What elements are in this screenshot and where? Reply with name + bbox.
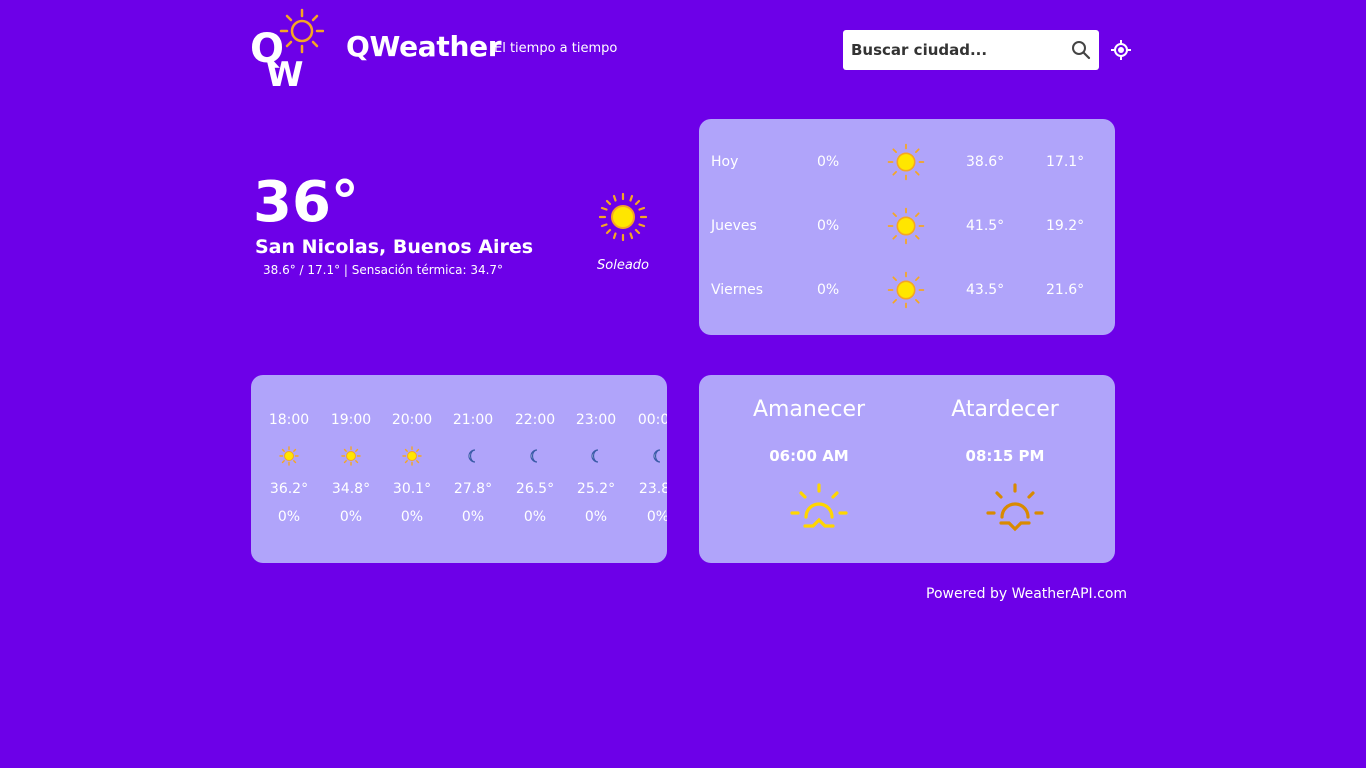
forecast-min: 21.6° (1046, 282, 1085, 298)
hour-temp: 25.2° (576, 481, 616, 497)
powered-by-link[interactable]: Powered by WeatherAPI.com (926, 586, 1127, 602)
hour-time: 23:00 (575, 412, 617, 428)
sun-icon (887, 143, 925, 181)
qw-sun-logo-icon: Q W (250, 8, 325, 95)
forecast-day: Viernes (711, 282, 764, 298)
hour-item: 21:00 27.8° 0% (443, 375, 503, 563)
forecast-min: 17.1° (1046, 154, 1085, 170)
sunset-time: 08:15 PM (965, 447, 1045, 465)
forecast-day: Hoy (711, 154, 739, 170)
hour-rain-chance: 0% (277, 509, 301, 525)
hour-rain-chance: 0% (461, 509, 485, 525)
hour-rain-chance: 0% (400, 509, 424, 525)
hour-time: 22:00 (514, 412, 556, 428)
qw-logo[interactable]: Q W (250, 8, 325, 95)
hour-item: 00:00 23.8° 0% (628, 375, 667, 563)
sunset-block: Atardecer 08:15 PM (907, 375, 1103, 563)
hour-temp: 23.8° (638, 481, 667, 497)
hour-rain-chance: 0% (523, 509, 547, 525)
search-icon[interactable] (1071, 40, 1091, 60)
hour-time: 21:00 (452, 412, 494, 428)
min-max-feels-like: 38.6° / 17.1° | Sensación térmica: 34.7° (263, 263, 504, 277)
hour-item: 23:00 25.2° 0% (566, 375, 626, 563)
svg-text:W: W (266, 55, 304, 88)
hour-temp: 30.1° (392, 481, 432, 497)
current-condition: Soleado (597, 258, 649, 273)
sunrise-time: 06:00 AM (769, 447, 849, 465)
hour-item: 18:00 36.2° 0% (259, 375, 319, 563)
hourly-panel[interactable]: 18:00 36.2° 0% 19:00 34.8° 0% 20:00 30.1… (251, 375, 667, 563)
hour-item: 22:00 26.5° 0% (505, 375, 565, 563)
sunset-icon (986, 483, 1044, 532)
hour-time: 18:00 (268, 412, 310, 428)
search-input[interactable] (843, 30, 1063, 70)
current-temperature: 36° (253, 170, 359, 235)
forecast-rain-chance: 0% (817, 154, 840, 170)
sunrise-block: Amanecer 06:00 AM (711, 375, 907, 563)
forecast-row: Hoy 0% 38.6° 17.1° (699, 119, 1115, 183)
hour-temp: 26.5° (515, 481, 555, 497)
hour-temp: 34.8° (331, 481, 371, 497)
sunrise-label: Amanecer (752, 397, 866, 422)
forecast-max: 43.5° (966, 282, 1005, 298)
hour-rain-chance: 0% (339, 509, 363, 525)
sun-icon (598, 192, 648, 242)
hour-time: 00:00 (637, 412, 667, 428)
forecast-rain-chance: 0% (817, 218, 840, 234)
hour-rain-chance: 0% (646, 509, 667, 525)
app-title: QWeather (346, 30, 502, 63)
sunset-label: Atardecer (951, 397, 1059, 422)
hour-temp: 27.8° (453, 481, 493, 497)
hour-item: 20:00 30.1° 0% (382, 375, 442, 563)
forecast-min: 19.2° (1046, 218, 1085, 234)
moon-icon (653, 449, 661, 463)
hour-rain-chance: 0% (584, 509, 608, 525)
forecast-max: 41.5° (966, 218, 1005, 234)
forecast-row: Jueves 0% 41.5° 19.2° (699, 183, 1115, 247)
forecast-max: 38.6° (966, 154, 1005, 170)
sun-icon (279, 446, 299, 466)
location-target-icon[interactable] (1111, 40, 1131, 60)
forecast-panel: Hoy 0% 38.6° 17.1° Jueves 0% 41.5° 19.2°… (699, 119, 1115, 335)
sun-icon (887, 271, 925, 309)
city-name: San Nicolas, Buenos Aires (255, 236, 534, 258)
hour-temp: 36.2° (269, 481, 309, 497)
hour-time: 19:00 (330, 412, 372, 428)
moon-icon (468, 449, 476, 463)
forecast-row: Viernes 0% 43.5° 21.6° (699, 247, 1115, 311)
app-tagline: El tiempo a tiempo (494, 41, 618, 56)
sun-icon (402, 446, 422, 466)
sun-icon (341, 446, 361, 466)
forecast-rain-chance: 0% (817, 282, 840, 298)
moon-icon (530, 449, 538, 463)
sun-icon (887, 207, 925, 245)
sun-times-panel: Amanecer 06:00 AM Atardecer 08:15 PM (699, 375, 1115, 563)
moon-icon (591, 449, 599, 463)
hour-item: 19:00 34.8° 0% (321, 375, 381, 563)
hour-time: 20:00 (391, 412, 433, 428)
sunrise-icon (790, 483, 848, 528)
forecast-day: Jueves (711, 218, 757, 234)
search-box (843, 30, 1099, 70)
